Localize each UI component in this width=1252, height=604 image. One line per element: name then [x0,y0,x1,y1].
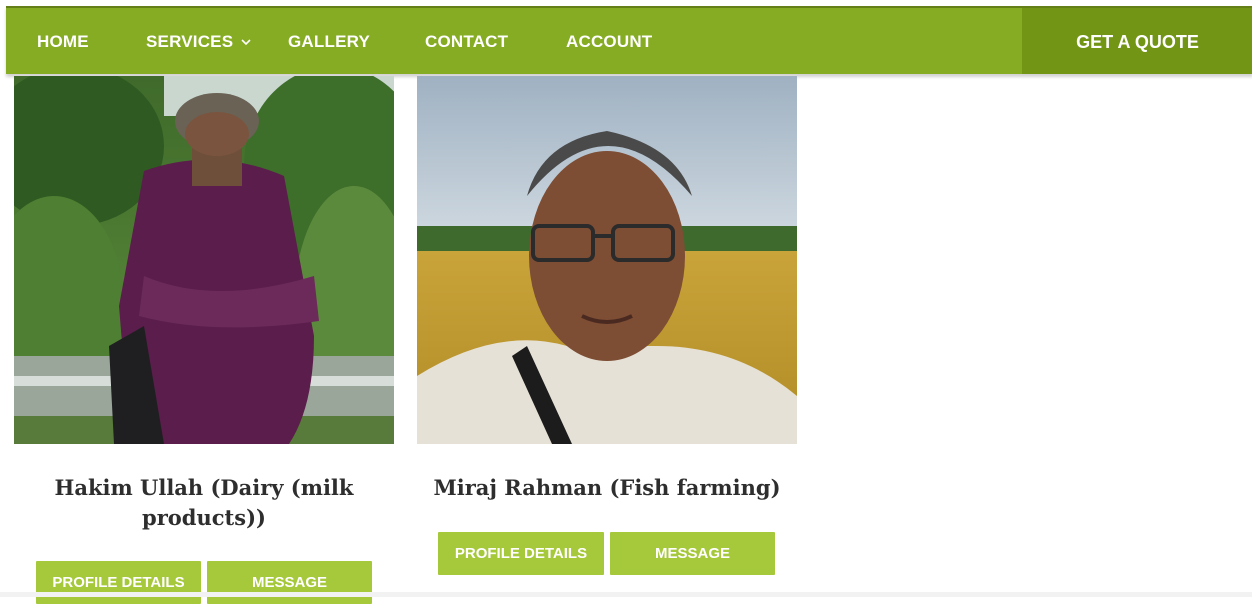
profile-name: Hakim Ullah (Dairy (milk products)) [14,473,394,533]
nav-services-label: SERVICES [146,32,234,51]
message-button[interactable]: MESSAGE [207,561,372,604]
nav-services-link[interactable]: SERVICES [146,8,251,74]
nav-contact-link[interactable]: CONTACT [425,8,508,74]
main-navbar: HOME SERVICES GALLERY CONTACT ACCOUNT GE… [6,6,1252,74]
nav-account-link[interactable]: ACCOUNT [566,8,652,74]
profile-name: Miraj Rahman (Fish farming) [433,475,781,500]
nav-home-link[interactable]: HOME [37,8,89,74]
profile-name-line-1: Hakim Ullah (Dairy (milk [54,475,354,500]
profile-photo[interactable] [417,76,797,444]
profile-photo[interactable] [14,76,394,444]
get-a-quote-button[interactable]: GET A QUOTE [1022,8,1252,74]
page-bottom-edge [0,592,1252,597]
message-button[interactable]: MESSAGE [610,532,775,575]
chevron-down-icon [241,7,251,75]
profile-details-button[interactable]: PROFILE DETAILS [36,561,201,604]
profile-card: Hakim Ullah (Dairy (milk products)) PROF… [14,76,394,604]
profile-details-button[interactable]: PROFILE DETAILS [438,532,604,575]
nav-gallery-link[interactable]: GALLERY [288,8,370,74]
profile-name-line-2: products)) [142,505,266,530]
profile-card: Miraj Rahman (Fish farming) PROFILE DETA… [417,76,797,575]
